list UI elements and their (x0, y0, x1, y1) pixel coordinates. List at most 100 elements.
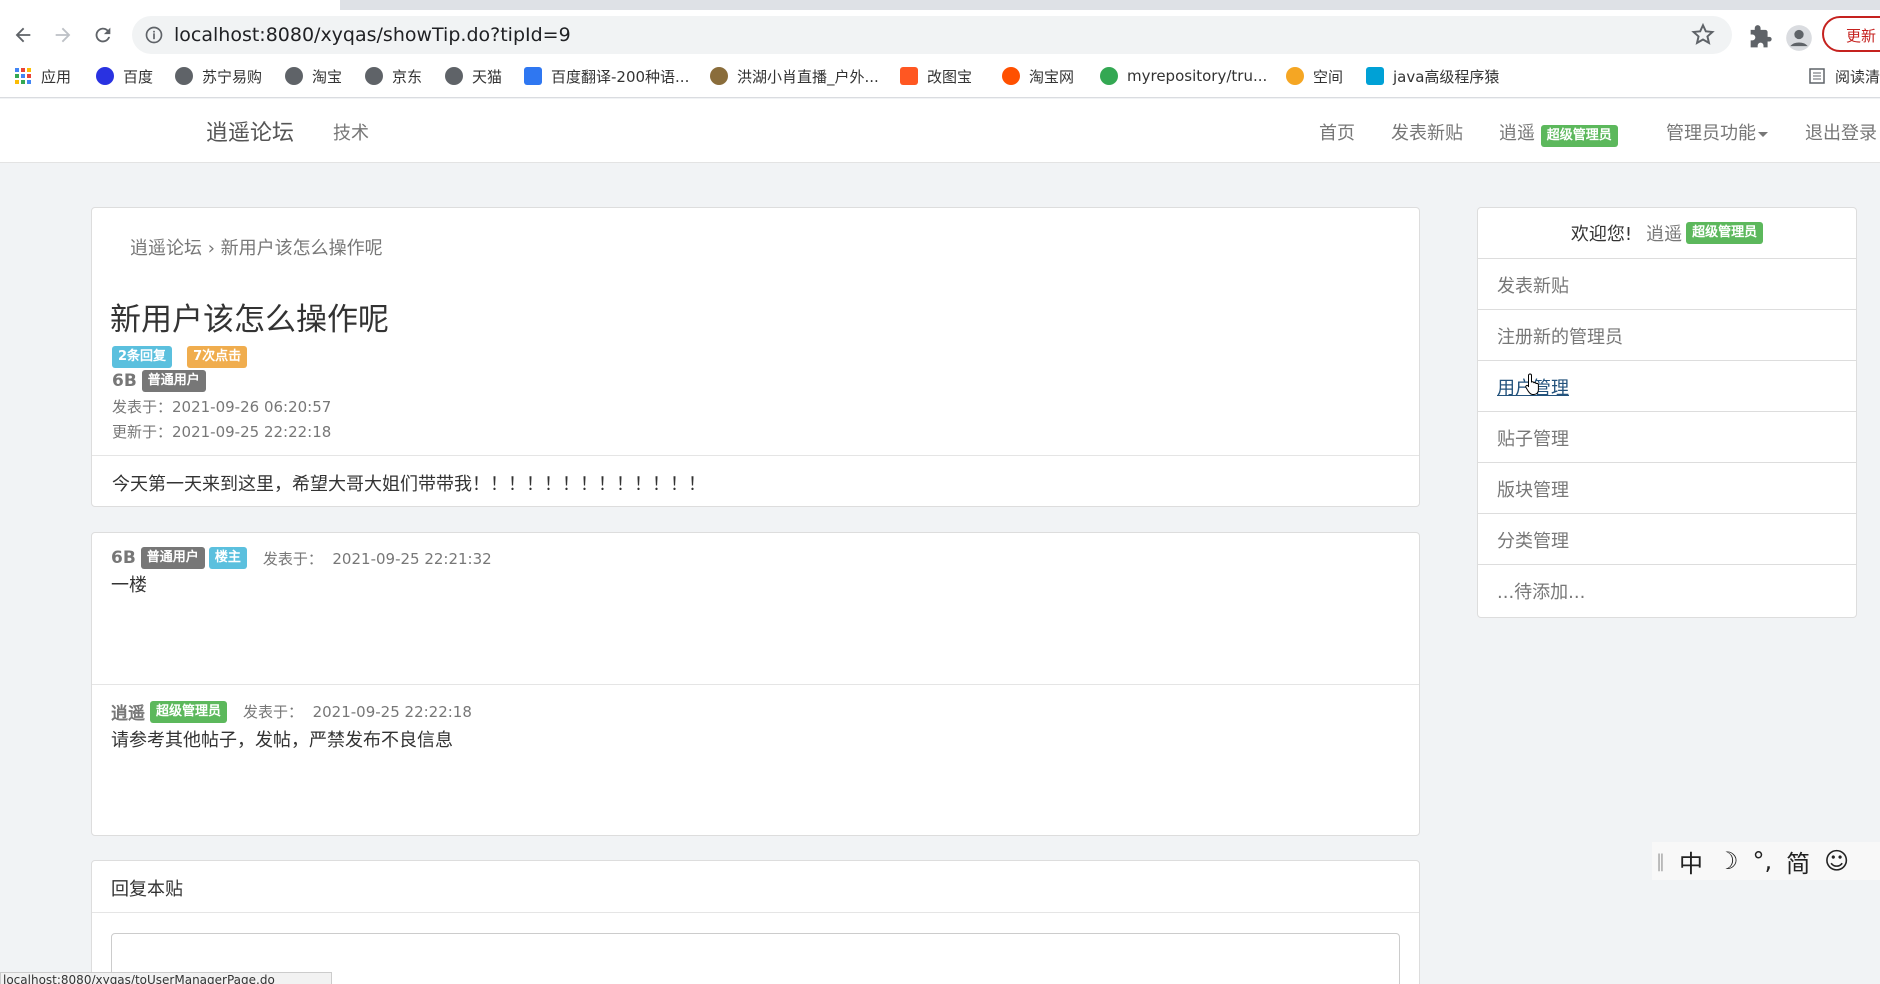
sidebar-username[interactable]: 逍遥 (1646, 220, 1682, 246)
browser-toolbar: localhost:8080/xyqas/showTip.do?tipId=9 … (0, 12, 1880, 56)
site-brand[interactable]: 逍遥论坛 (206, 115, 294, 147)
nav-tech[interactable]: 技术 (333, 119, 369, 145)
reply-item: 逍遥 超级管理员 发表于： 2021-09-25 22:22:18 请参考其他帖… (92, 684, 1419, 836)
ime-mode-chinese[interactable]: 中 (1679, 844, 1703, 879)
forward-button[interactable] (48, 20, 78, 50)
post-author-line: 6B 普通用户 (112, 370, 206, 392)
nav-admin-label: 管理员功能 (1666, 123, 1756, 144)
qzone-icon (1286, 67, 1304, 85)
sidebar-item-to-be-added[interactable]: ...待添加... (1478, 565, 1856, 616)
reply-box-panel: 回复本贴 (91, 860, 1420, 984)
reply-item: 6B 普通用户 楼主 发表于： 2021-09-25 22:21:32 一楼 (92, 533, 1419, 685)
baidu-paw-icon (96, 67, 114, 85)
sidebar-role-badge: 超级管理员 (1686, 222, 1764, 244)
arrow-left-icon (15, 27, 31, 43)
globe-icon (365, 67, 383, 85)
caret-down-icon (1758, 131, 1768, 137)
reload-icon (95, 27, 111, 43)
post-author: 6B (112, 371, 137, 391)
profile-avatar-icon[interactable] (1785, 24, 1813, 52)
reply-time: 发表于： 2021-09-25 22:22:18 (243, 703, 472, 721)
welcome-text: 欢迎您! (1570, 224, 1633, 245)
gaitubao-icon (900, 67, 918, 85)
breadcrumb-current: 新用户该怎么操作呢 (220, 238, 383, 259)
back-button[interactable] (8, 20, 38, 50)
post-title: 新用户该怎么操作呢 (110, 302, 389, 338)
breadcrumb-separator: › (207, 238, 215, 259)
bookmark-honghu-live[interactable]: 洪湖小肖直播_户外... (710, 64, 879, 88)
reply-box-title: 回复本贴 (92, 861, 1419, 913)
reply-op-badge: 楼主 (208, 547, 247, 569)
breadcrumb: 逍遥论坛 › 新用户该怎么操作呢 (130, 234, 383, 260)
extensions-icon[interactable] (1746, 24, 1774, 52)
replies-panel: 6B 普通用户 楼主 发表于： 2021-09-25 22:21:32 一楼 逍… (91, 532, 1420, 836)
info-icon (145, 26, 163, 44)
taobao-icon (1002, 67, 1020, 85)
reply-role-badge: 普通用户 (140, 547, 205, 569)
tab-strip (340, 0, 1880, 10)
arrow-right-icon (55, 27, 71, 43)
bookmarks-bar: 应用 百度 苏宁易购 淘宝 京东 天猫 百度翻译-200种语... 洪湖小肖直播… (0, 60, 1880, 92)
post-panel: 逍遥论坛 › 新用户该怎么操作呢 新用户该怎么操作呢 2条回复 7次点击 6B … (91, 207, 1420, 507)
sidebar-item-register-admin[interactable]: 注册新的管理员 (1478, 310, 1856, 361)
ime-moon-icon[interactable]: ☽ (1717, 847, 1739, 875)
post-badges: 2条回复 7次点击 (112, 345, 248, 368)
nav-username: 逍遥 (1499, 123, 1535, 144)
chrome-icon (1100, 67, 1118, 85)
ime-punctuation[interactable]: °, (1753, 847, 1773, 875)
reading-list-icon (1809, 68, 1825, 84)
apps-grid-icon (15, 68, 31, 84)
bookmark-tmall[interactable]: 天猫 (445, 64, 502, 88)
site-navbar: 逍遥论坛 技术 首页 发表新贴 逍遥 超级管理员 管理员功能 退出登录 (0, 99, 1880, 163)
reload-button[interactable] (88, 20, 118, 50)
bookmark-java[interactable]: java高级程序猿 (1366, 64, 1499, 88)
nav-logout[interactable]: 退出登录 (1805, 119, 1877, 145)
post-updated-time: 更新于：2021-09-25 22:22:18 (112, 423, 332, 441)
bookmark-taobao-net[interactable]: 淘宝网 (1002, 64, 1074, 88)
bookmark-apps[interactable]: 应用 (14, 64, 71, 88)
sidebar-item-post-management[interactable]: 贴子管理 (1478, 412, 1856, 463)
sidebar-item-board-management[interactable]: 版块管理 (1478, 463, 1856, 514)
reply-header: 6B 普通用户 楼主 发表于： 2021-09-25 22:21:32 (111, 547, 1400, 569)
browser-status-bar: localhost:8080/xyqas/toUserManagerPage.d… (0, 972, 332, 984)
bookmark-suning[interactable]: 苏宁易购 (175, 64, 262, 88)
reply-author: 6B (111, 548, 136, 568)
bookmark-gaitubao[interactable]: 改图宝 (900, 64, 972, 88)
bookmark-baidu-translate[interactable]: 百度翻译-200种语... (524, 64, 689, 88)
nav-home[interactable]: 首页 (1319, 119, 1355, 145)
nav-admin-dropdown[interactable]: 管理员功能 (1666, 119, 1768, 145)
reply-text: 一楼 (111, 575, 147, 596)
reading-list[interactable]: 阅读清 (1808, 64, 1880, 88)
sidebar-welcome: 欢迎您! 逍遥 超级管理员 (1478, 208, 1856, 259)
bookmark-baidu[interactable]: 百度 (96, 64, 153, 88)
reply-header: 逍遥 超级管理员 发表于： 2021-09-25 22:22:18 (111, 699, 1400, 724)
nav-user[interactable]: 逍遥 超级管理员 (1499, 119, 1618, 147)
reply-author: 逍遥 (111, 704, 145, 724)
sidebar-item-new-post[interactable]: 发表新贴 (1478, 259, 1856, 310)
globe-icon (445, 67, 463, 85)
star-icon[interactable] (1690, 22, 1716, 48)
nav-role-badge: 超级管理员 (1540, 125, 1618, 147)
bookmark-myrepository[interactable]: myrepository/tru... (1100, 64, 1267, 88)
update-button[interactable]: 更新 (1822, 16, 1880, 52)
bookmark-jd[interactable]: 京东 (365, 64, 422, 88)
bookmark-taobao[interactable]: 淘宝 (285, 64, 342, 88)
bilibili-icon (1366, 67, 1384, 85)
ime-emoji-icon[interactable]: ☺ (1824, 847, 1849, 875)
reply-time: 发表于： 2021-09-25 22:21:32 (262, 549, 492, 568)
nav-new-post[interactable]: 发表新贴 (1391, 119, 1463, 145)
sidebar-panel: 欢迎您! 逍遥 超级管理员 发表新贴 注册新的管理员 用户管理 贴子管理 版块管… (1477, 207, 1857, 618)
url-text: localhost:8080/xyqas/showTip.do?tipId=9 (174, 24, 571, 46)
reply-text: 请参考其他帖子，发帖，严禁发布不良信息 (111, 730, 453, 751)
bookmark-qzone[interactable]: 空间 (1286, 64, 1343, 88)
address-bar[interactable]: localhost:8080/xyqas/showTip.do?tipId=9 (132, 16, 1732, 54)
globe-icon (175, 67, 193, 85)
translate-icon (524, 67, 542, 85)
ime-grip-handle[interactable]: ‖ (1656, 851, 1665, 872)
sidebar-item-category-management[interactable]: 分类管理 (1478, 514, 1856, 565)
breadcrumb-home[interactable]: 逍遥论坛 (130, 238, 202, 259)
bee-icon (710, 67, 728, 85)
reply-role-badge: 超级管理员 (150, 700, 228, 723)
post-author-role-badge: 普通用户 (141, 370, 206, 392)
ime-simplified[interactable]: 简 (1786, 844, 1810, 879)
